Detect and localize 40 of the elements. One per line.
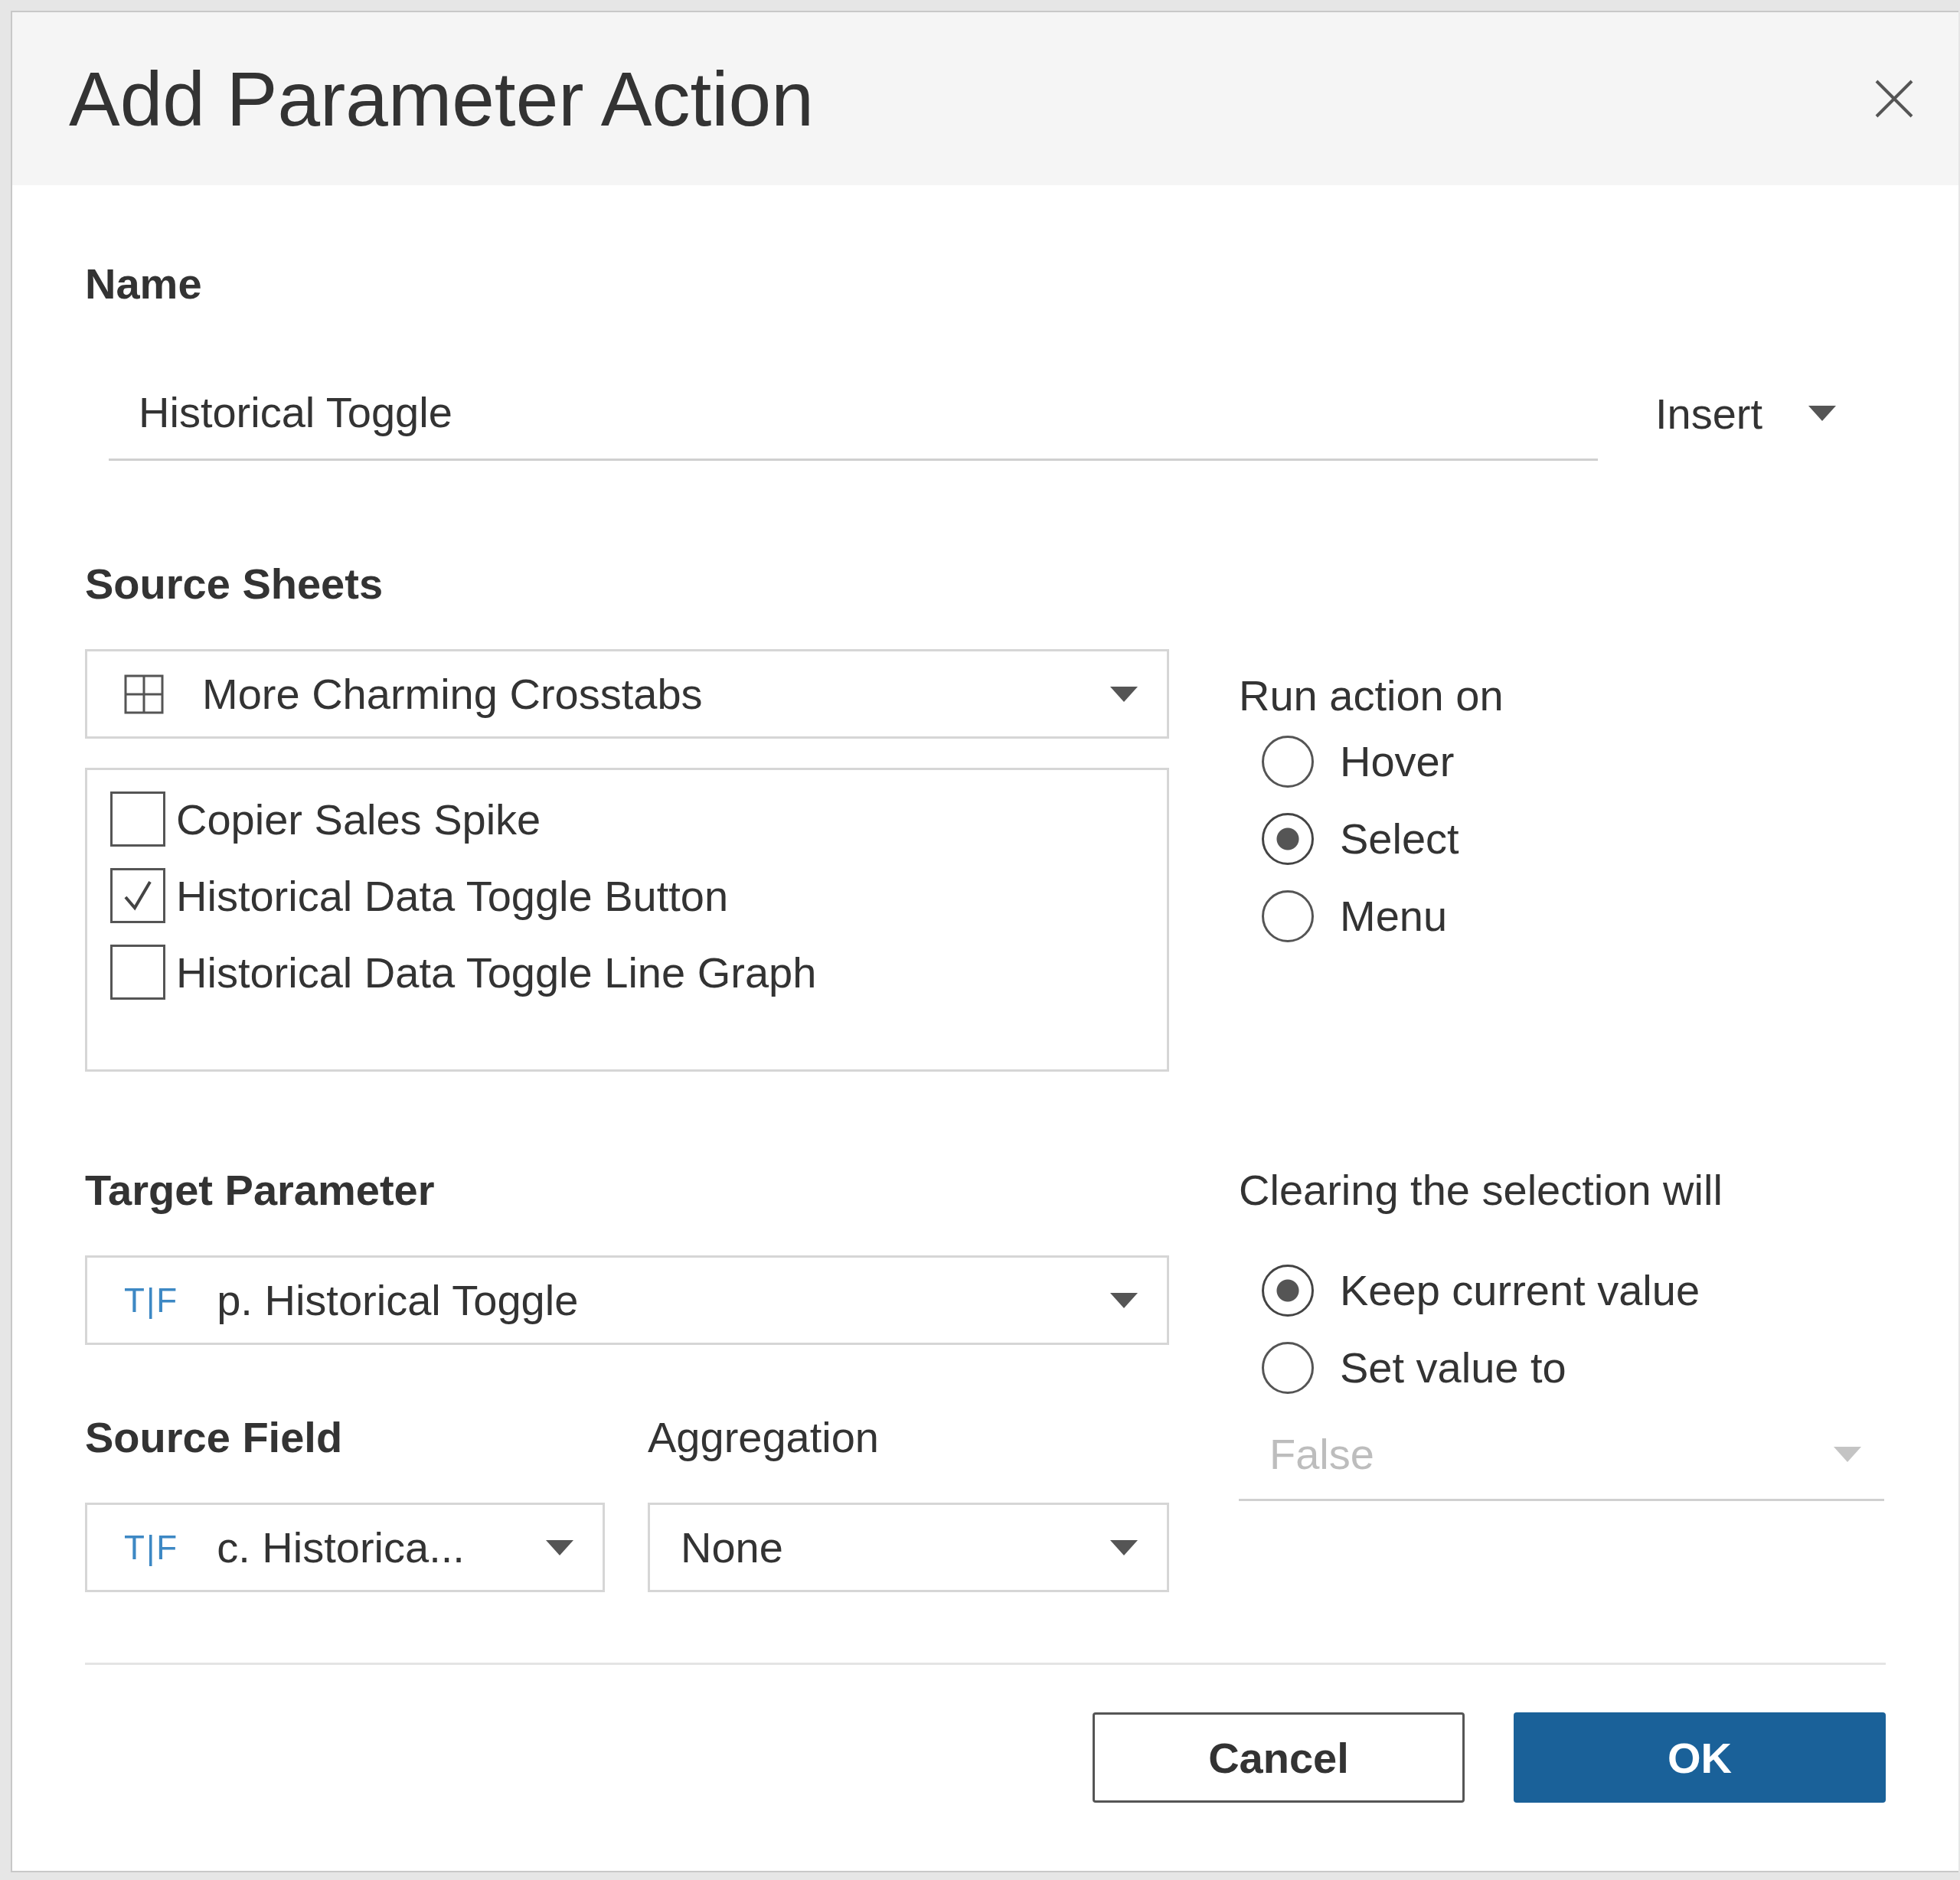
caret-icon [1834, 1446, 1861, 1462]
radio-label[interactable]: Set value to [1340, 1343, 1566, 1392]
grid-icon [124, 674, 164, 714]
field-label: Name [85, 259, 203, 309]
caret-icon [1808, 406, 1837, 421]
checkbox[interactable] [110, 945, 165, 1000]
sheet-label[interactable]: Historical Data Toggle Button [176, 870, 729, 921]
caret-icon [1110, 1539, 1138, 1555]
radio-label[interactable]: Menu [1340, 891, 1448, 941]
target-parameter-dropdown[interactable]: T|F p. Historical Toggle [85, 1255, 1169, 1345]
radio-button[interactable] [1262, 735, 1314, 788]
checkbox[interactable] [110, 791, 165, 847]
field-label: Source Sheets [85, 559, 384, 609]
caret-icon [1110, 686, 1138, 702]
boolean-type-icon: T|F [124, 1281, 179, 1320]
group-label: Clearing the selection will [1239, 1165, 1723, 1216]
cancel-button[interactable]: Cancel [1093, 1712, 1465, 1803]
radio-button[interactable] [1262, 1341, 1314, 1394]
close-icon[interactable] [1874, 79, 1914, 119]
sheet-label[interactable]: Copier Sales Spike [176, 794, 541, 844]
aggregation-dropdown[interactable]: None [648, 1503, 1169, 1592]
caret-icon [546, 1539, 573, 1555]
radio-button[interactable] [1262, 889, 1314, 942]
group-label: Run action on [1239, 671, 1504, 721]
source-sheets-dropdown[interactable]: More Charming Crosstabs [85, 649, 1169, 739]
field-label: Target Parameter [85, 1165, 436, 1216]
ok-button[interactable]: OK [1514, 1712, 1886, 1803]
source-field-dropdown[interactable]: T|F c. Historica... [85, 1503, 605, 1592]
checkbox[interactable] [110, 868, 165, 923]
field-label: Source Field [85, 1412, 344, 1463]
name-input-field[interactable]: Historical Toggle [109, 387, 1598, 461]
dialog-title: Add Parameter Action [69, 54, 814, 143]
field-label: Aggregation [648, 1412, 880, 1463]
insert-dropdown[interactable]: Insert [1655, 388, 1837, 460]
boolean-type-icon: T|F [124, 1528, 179, 1567]
radio-label[interactable]: Keep current value [1340, 1265, 1700, 1315]
sheet-label[interactable]: Historical Data Toggle Line Graph [176, 947, 817, 997]
radio-label[interactable]: Select [1340, 814, 1459, 863]
radio-label[interactable]: Hover [1340, 736, 1455, 786]
caret-icon [1110, 1292, 1138, 1308]
